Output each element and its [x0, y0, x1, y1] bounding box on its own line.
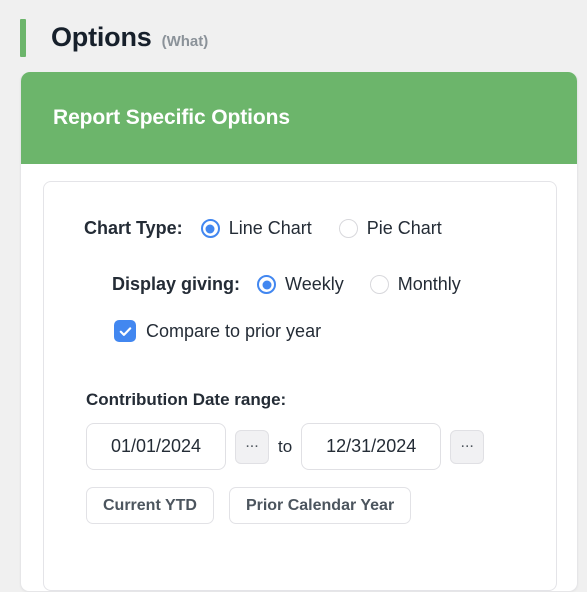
card-header-title: Report Specific Options: [53, 106, 290, 129]
radio-weekly-indicator[interactable]: [257, 275, 277, 294]
display-giving-row: Display giving: Weekly Monthly: [44, 274, 556, 295]
report-options-card: Report Specific Options Chart Type: Line…: [20, 72, 578, 592]
end-date-picker-button[interactable]: ...: [450, 429, 485, 464]
compare-prior-year-row[interactable]: Compare to prior year: [44, 320, 556, 342]
radio-pie-chart[interactable]: Pie Chart: [338, 218, 442, 239]
date-range-label: Contribution Date range:: [86, 390, 287, 409]
chart-type-row: Chart Type: Line Chart Pie Chart: [44, 218, 556, 239]
compare-prior-year-label: Compare to prior year: [146, 320, 322, 341]
page-title: Options: [51, 22, 152, 52]
preset-prior-calendar-year-button[interactable]: Prior Calendar Year: [228, 487, 412, 524]
radio-pie-chart-indicator[interactable]: [338, 219, 358, 238]
card-header: Report Specific Options: [21, 72, 577, 164]
display-giving-label: Display giving:: [112, 274, 241, 294]
page-heading: Options (What): [0, 0, 587, 62]
chart-type-radio-group: Line Chart Pie Chart: [200, 218, 442, 239]
check-icon: [119, 326, 131, 336]
radio-weekly[interactable]: Weekly: [257, 274, 344, 295]
page-subtitle: (What): [161, 32, 209, 50]
preset-current-ytd-button[interactable]: Current YTD: [86, 487, 214, 524]
radio-line-chart-indicator[interactable]: [200, 219, 220, 238]
start-date-picker-button[interactable]: ...: [235, 429, 269, 464]
date-range-separator: to: [278, 436, 293, 456]
end-date-input[interactable]: [301, 423, 442, 470]
start-date-input[interactable]: [86, 423, 226, 470]
chart-type-label: Chart Type:: [84, 218, 183, 238]
date-range-inputs: ... to ...: [86, 423, 556, 470]
options-panel: Chart Type: Line Chart Pie Chart Display…: [43, 181, 557, 591]
radio-monthly-label: Monthly: [397, 274, 461, 294]
radio-pie-chart-label: Pie Chart: [366, 218, 442, 238]
radio-line-chart[interactable]: Line Chart: [200, 218, 312, 239]
compare-prior-year-checkbox[interactable]: [114, 320, 136, 342]
display-giving-radio-group: Weekly Monthly: [257, 274, 461, 295]
date-range-presets: Current YTD Prior Calendar Year: [86, 487, 556, 524]
radio-monthly[interactable]: Monthly: [369, 274, 461, 295]
accent-bar: [20, 18, 26, 57]
radio-monthly-indicator[interactable]: [369, 275, 389, 294]
date-range-section: Contribution Date range: ... to ... Curr…: [44, 390, 556, 524]
radio-weekly-label: Weekly: [285, 274, 344, 294]
radio-line-chart-label: Line Chart: [228, 218, 312, 238]
